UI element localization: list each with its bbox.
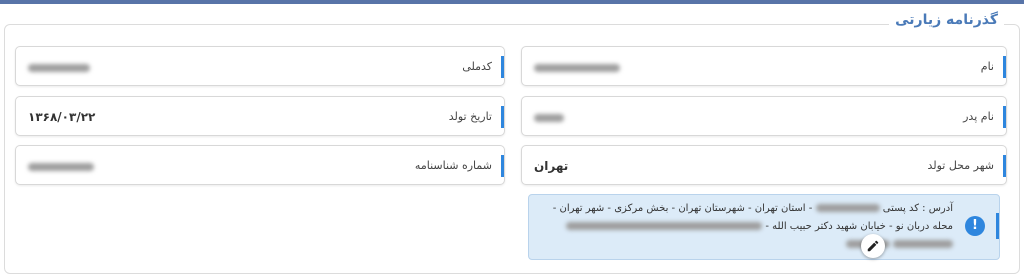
address-line-2: محله دربان نو - خیابان شهید دکتر حبیب ال… (543, 218, 953, 236)
birth-date-field: تاریخ تولد ۱۳۶۸/۰۳/۲۲ (15, 96, 505, 136)
section-title: گذرنامه زیارتی (889, 12, 1004, 28)
field-accent (501, 155, 504, 177)
national-code-label: کدملی (462, 60, 492, 73)
birth-date-label: تاریخ تولد (448, 110, 492, 123)
national-code-field: کدملی (15, 46, 505, 86)
pencil-icon (867, 240, 879, 252)
field-accent (1003, 155, 1006, 177)
father-name-field: نام پدر (521, 96, 1007, 136)
name-label: نام (980, 60, 994, 73)
field-accent (1003, 106, 1006, 128)
father-name-value (534, 97, 564, 137)
edit-address-button[interactable] (861, 234, 885, 258)
father-name-label: نام پدر (963, 110, 994, 123)
birth-city-label: شهر محل تولد (927, 159, 994, 172)
birth-date-value: ۱۳۶۸/۰۳/۲۲ (28, 110, 96, 124)
id-number-label: شماره شناسنامه (414, 159, 492, 172)
field-accent (1003, 56, 1006, 78)
id-number-field: شماره شناسنامه (15, 145, 505, 185)
top-bar (0, 0, 1024, 4)
national-code-value (28, 47, 90, 87)
address-alert: ! آدرس : کد پستی - استان تهران - شهرستان… (528, 194, 1000, 260)
exclamation-icon: ! (965, 216, 985, 236)
address-text: آدرس : کد پستی - استان تهران - شهرستان ت… (543, 200, 953, 254)
id-number-value (28, 146, 94, 186)
birth-city-field: شهر محل تولد تهران (521, 145, 1007, 185)
name-field: نام (521, 46, 1007, 86)
alert-accent (996, 213, 999, 239)
name-value (534, 47, 620, 87)
field-accent (501, 56, 504, 78)
birth-city-value: تهران (534, 159, 569, 173)
address-line-3 (543, 236, 953, 254)
address-line-1: آدرس : کد پستی - استان تهران - شهرستان ت… (552, 203, 953, 214)
field-accent (501, 106, 504, 128)
